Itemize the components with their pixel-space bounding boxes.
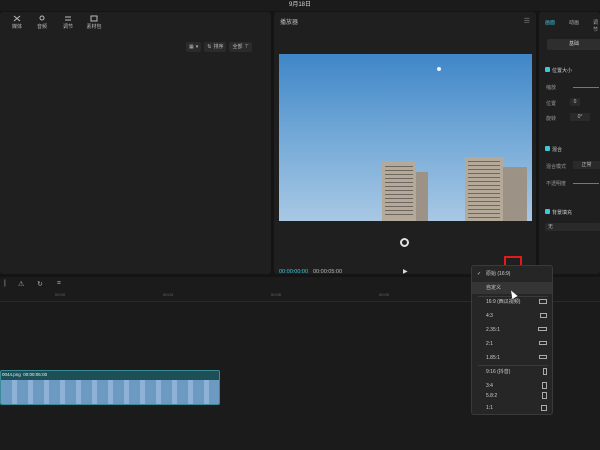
blend-mode-label: 混合模式 — [546, 164, 567, 170]
warning-icon[interactable]: ⚠ — [18, 280, 24, 288]
sun — [437, 67, 441, 71]
opacity-label: 不透明度 — [546, 181, 567, 187]
wide-ratio-icon — [538, 327, 547, 331]
title-date: 9月18日 — [288, 2, 311, 8]
building-right-side — [503, 167, 527, 221]
folder-icon — [90, 15, 98, 22]
ratio-option-1-85-1[interactable]: 1.85:1 — [472, 352, 552, 364]
filter-button[interactable]: 全部 ⊤ — [229, 42, 252, 52]
tall-ratio-icon — [542, 382, 547, 389]
rotate-label: 旋转 — [546, 116, 557, 122]
view-toggle-button[interactable]: ▦ ▾ — [186, 42, 202, 52]
building-left-side — [416, 172, 428, 221]
blend-checkbox[interactable] — [545, 146, 550, 151]
ratio-option-2-1[interactable]: 2:1 — [472, 338, 552, 350]
title-bar: 9月18日 — [0, 0, 600, 11]
tall-ratio-icon — [542, 392, 547, 399]
scale-slider[interactable] — [573, 87, 599, 88]
toolbar-audio[interactable]: 音频 — [29, 15, 55, 30]
opacity-slider[interactable] — [573, 183, 599, 184]
wide-ratio-icon — [539, 341, 547, 345]
ratio-option-1-1[interactable]: 1:1 — [472, 402, 552, 414]
building-right — [465, 157, 503, 221]
adjust-icon — [65, 16, 71, 21]
video-preview[interactable] — [279, 54, 532, 221]
menu-icon[interactable]: ☰ — [524, 17, 530, 25]
toolbar-adjust[interactable]: 调节 — [55, 15, 81, 30]
ratio-option-9-16[interactable]: 9:16 (抖音) — [472, 366, 552, 378]
crop-icon[interactable]: ⌗ — [57, 280, 61, 288]
properties-panel: 画面 动画 调节 基础 位置大小 缩放 位置 0 旋转 0° 混合 混合模式 正… — [539, 12, 600, 274]
blend-label: 混合 — [552, 147, 563, 153]
ratio-option-original[interactable]: ✓ 原始 (16:9) — [472, 268, 552, 280]
grid-icon: ▦ — [189, 44, 194, 50]
clip-thumbnails — [1, 380, 219, 404]
toolbar-media[interactable]: 媒体 — [4, 15, 30, 30]
scale-label: 缩放 — [546, 85, 557, 91]
position-x-field[interactable]: 0 — [570, 98, 580, 106]
ratio-dropdown: ✓ 原始 (16:9) 自定义 16:9 (西瓜视频) 4:3 2.35:1 2… — [471, 265, 553, 415]
tab-animation[interactable]: 动画 — [569, 19, 579, 26]
sort-button[interactable]: ⇅ 排序 — [204, 42, 227, 52]
position-size-checkbox[interactable] — [545, 67, 550, 72]
square-ratio-icon — [541, 405, 547, 411]
background-checkbox[interactable] — [545, 209, 550, 214]
ratio-option-2-35-1[interactable]: 2.35:1 — [472, 324, 552, 336]
check-icon: ✓ — [477, 271, 482, 277]
undo-icon[interactable]: | — [4, 280, 6, 287]
tick-label: 00:09 — [379, 292, 390, 297]
chevron-down-icon: ▾ — [195, 44, 199, 50]
filter-icon: ⊤ — [244, 44, 249, 50]
ratio-option-5-8-2[interactable]: 5.8:2 — [472, 390, 552, 402]
record-icon[interactable] — [400, 238, 409, 247]
basic-subtab[interactable]: 基础 — [547, 39, 600, 50]
audio-icon — [39, 15, 45, 21]
toolbar-folder[interactable]: 素材包 — [81, 15, 107, 30]
timeline-clip[interactable]: 0044.png 00:00:05:00 — [0, 370, 220, 405]
tab-picture[interactable]: 画面 — [545, 19, 555, 26]
blend-mode-select[interactable]: 正常 — [573, 161, 600, 169]
tick-label: 00:06 — [271, 292, 282, 297]
clip-name: 0044.png 00:00:05:00 — [2, 372, 48, 377]
sort-icon: ⇅ — [207, 44, 212, 50]
building-left — [382, 162, 416, 221]
total-time: 00:00:05:00 — [313, 269, 343, 275]
ratio-option-4-3[interactable]: 4:3 — [472, 310, 552, 322]
current-time: 00:00:00:00 — [279, 269, 309, 275]
tab-adjust[interactable]: 调节 — [593, 19, 600, 33]
position-label: 位置 — [546, 101, 557, 107]
wide-ratio-icon — [540, 313, 547, 318]
rotate-field[interactable]: 0° — [570, 113, 590, 121]
player-panel: 播放器 ☰ 00:00:00:00 00:00:05:00 ▶ ⊡ 比例 ⛶ — [274, 12, 536, 282]
wide-ratio-icon — [539, 299, 547, 304]
position-size-label: 位置大小 — [552, 68, 573, 74]
tick-label: 00:03 — [163, 292, 174, 297]
wide-ratio-icon — [539, 355, 547, 359]
play-icon[interactable]: ▶ — [403, 268, 408, 275]
media-icon — [13, 15, 21, 22]
background-label: 背景填充 — [552, 210, 573, 216]
player-title: 播放器 — [280, 20, 299, 26]
tick-label: 00:00 — [55, 292, 66, 297]
media-panel: 媒体 音频 调节 素材包 ▦ ▾ ⇅ 排序 全部 ⊤ — [0, 12, 271, 274]
tall-ratio-icon — [543, 368, 547, 375]
background-select[interactable]: 无 — [545, 223, 600, 231]
rotate-icon[interactable]: ↻ — [37, 280, 43, 288]
